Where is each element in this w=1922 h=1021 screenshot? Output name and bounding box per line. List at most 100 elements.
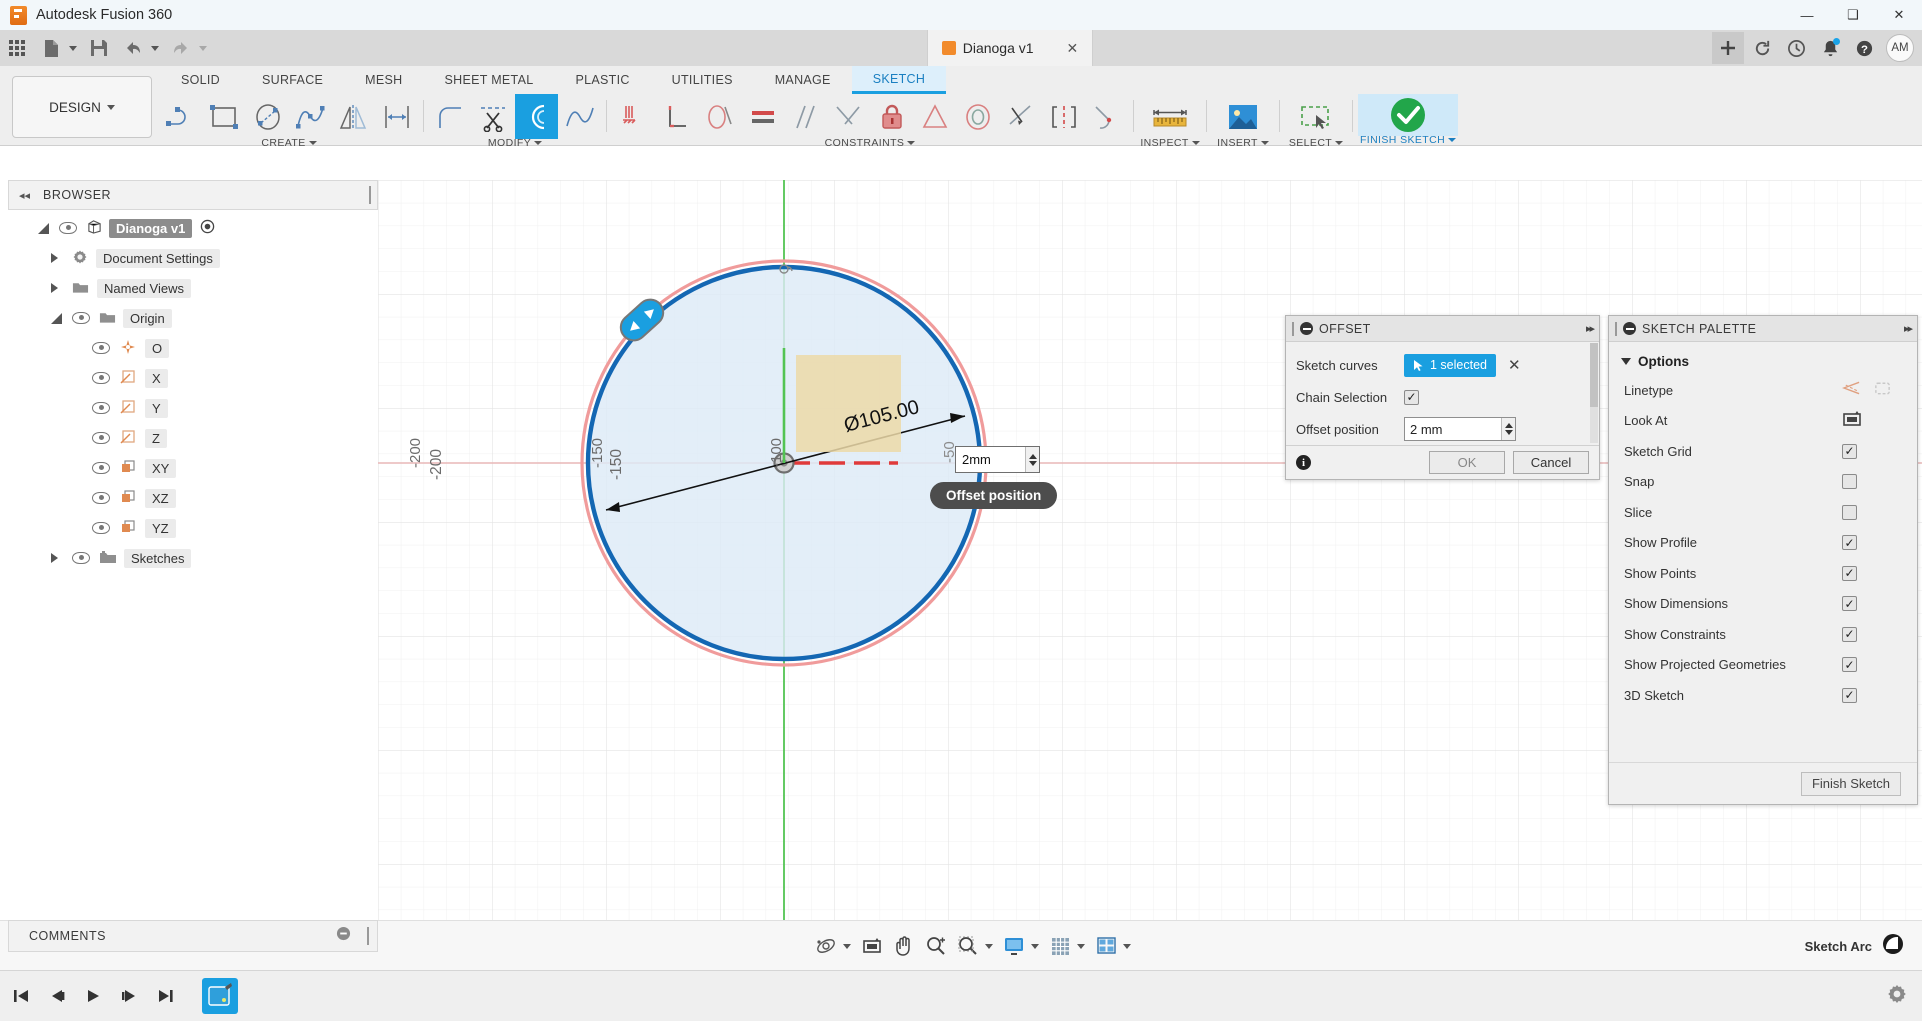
pan-hand-icon[interactable] [890, 931, 918, 961]
step-forward-button[interactable] [114, 978, 144, 1014]
tree-item-sketches[interactable]: Sketches [8, 543, 378, 573]
tab-plastic[interactable]: PLASTIC [554, 66, 650, 94]
options-section-header[interactable]: Options [1609, 348, 1917, 375]
mirror-tool-icon[interactable] [332, 94, 375, 139]
ok-button[interactable]: OK [1429, 451, 1505, 474]
snap-checkbox[interactable] [1842, 474, 1857, 490]
finish-sketch-button[interactable]: Finish Sketch [1800, 771, 1901, 796]
tab-solid[interactable]: SOLID [160, 66, 241, 94]
rectangle-tool-icon[interactable] [203, 94, 246, 139]
display-settings-icon[interactable] [1000, 931, 1028, 961]
close-button[interactable]: ✕ [1876, 0, 1922, 30]
comments-resize-grip[interactable] [367, 927, 369, 945]
measure-icon[interactable] [1139, 94, 1201, 139]
dialog-grip-icon[interactable] [1292, 321, 1294, 336]
constraint-midpoint-icon[interactable] [1042, 94, 1085, 139]
browser-resize-grip[interactable] [369, 186, 371, 204]
tab-utilities[interactable]: UTILITIES [651, 66, 754, 94]
visibility-eye-icon[interactable] [92, 402, 110, 414]
linetype-construction-icon[interactable] [1841, 380, 1861, 401]
offset-dialog[interactable]: OFFSET ▸▸ Sketch curves 1 selected ✕ Cha… [1285, 315, 1600, 480]
undo-icon[interactable] [118, 33, 148, 63]
zoom-window-icon[interactable] [954, 931, 982, 961]
visibility-eye-icon[interactable] [92, 342, 110, 354]
redo-dropdown-icon[interactable] [199, 45, 207, 51]
expand-right-icon[interactable]: ▸▸ [1586, 322, 1595, 335]
constraint-lock-icon[interactable] [870, 94, 913, 139]
tree-item-named-views[interactable]: Named Views [8, 273, 378, 303]
sketch-grid-checkbox[interactable]: ✓ [1842, 443, 1857, 459]
redo-icon[interactable] [166, 33, 196, 63]
collapse-left-icon[interactable]: ◂◂ [19, 189, 30, 202]
sketch-dimension-icon[interactable] [375, 94, 418, 139]
orbit-dropdown-icon[interactable] [843, 943, 851, 949]
circle-tool-icon[interactable] [246, 94, 289, 139]
dialog-grip-icon[interactable] [1615, 321, 1617, 336]
help-icon[interactable]: ? [1848, 32, 1880, 64]
go-to-beginning-button[interactable] [6, 978, 36, 1014]
spinner-down-icon[interactable] [1028, 460, 1037, 466]
tree-item-plane-xy[interactable]: XY [8, 453, 378, 483]
visibility-eye-icon[interactable] [92, 462, 110, 474]
tab-surface[interactable]: SURFACE [241, 66, 344, 94]
spline-tool-icon[interactable] [289, 94, 332, 139]
expander-closed-icon[interactable] [51, 283, 58, 293]
tab-sheet-metal[interactable]: SHEET METAL [423, 66, 554, 94]
offset-tool-icon[interactable] [515, 94, 558, 139]
dialog-scrollbar[interactable] [1590, 343, 1598, 443]
panel-inspect-label[interactable]: INSPECT [1140, 137, 1200, 149]
line-tool-icon[interactable] [160, 94, 203, 139]
close-tab-icon[interactable]: ✕ [1067, 40, 1079, 57]
panel-insert-label[interactable]: INSERT [1217, 137, 1269, 149]
curvature-comb-icon[interactable] [558, 94, 601, 139]
play-button[interactable] [78, 978, 108, 1014]
insert-image-icon[interactable] [1212, 94, 1274, 139]
sync-icon[interactable] [1746, 32, 1778, 64]
tab-sketch[interactable]: SKETCH [851, 66, 947, 94]
look-at-icon[interactable] [858, 931, 886, 961]
visibility-eye-icon[interactable] [59, 222, 77, 234]
panel-select-label[interactable]: SELECT [1289, 137, 1344, 149]
zoom-window-dropdown-icon[interactable] [985, 943, 993, 949]
visibility-eye-icon[interactable] [72, 552, 90, 564]
active-component-radio-icon[interactable] [200, 219, 215, 237]
panel-finish-sketch-label[interactable]: FINISH SKETCH [1360, 134, 1457, 146]
tab-manage[interactable]: MANAGE [754, 66, 852, 94]
tree-item-axis-y[interactable]: Y [8, 393, 378, 423]
show-points-checkbox[interactable]: ✓ [1842, 565, 1857, 581]
zoom-icon[interactable] [922, 931, 950, 961]
constraint-coincident-icon[interactable] [999, 94, 1042, 139]
constraint-concentric-icon[interactable] [956, 94, 999, 139]
history-clock-icon[interactable] [1780, 32, 1812, 64]
tree-item-plane-xz[interactable]: XZ [8, 483, 378, 513]
spinner-down-icon[interactable] [1504, 430, 1513, 435]
show-projected-geometries-checkbox[interactable]: ✓ [1842, 657, 1857, 673]
visibility-eye-icon[interactable] [92, 432, 110, 444]
app-grid-icon[interactable] [2, 33, 32, 63]
show-dimensions-checkbox[interactable]: ✓ [1842, 596, 1857, 612]
offset-position-spinner[interactable] [1501, 418, 1515, 440]
constraint-fix-icon[interactable] [612, 94, 655, 139]
tree-item-plane-yz[interactable]: YZ [8, 513, 378, 543]
settings-gear-icon[interactable] [1886, 983, 1908, 1010]
minimize-button[interactable]: — [1784, 0, 1830, 30]
visibility-eye-icon[interactable] [92, 522, 110, 534]
cancel-button[interactable]: Cancel [1513, 451, 1589, 474]
offset-position-input[interactable]: 2 mm [1404, 417, 1516, 441]
show-profile-checkbox[interactable]: ✓ [1842, 535, 1857, 551]
expander-open-icon[interactable] [38, 222, 49, 234]
new-document-dropdown-icon[interactable] [69, 45, 77, 51]
show-constraints-checkbox[interactable]: ✓ [1842, 626, 1857, 642]
info-icon[interactable]: i [1296, 455, 1311, 470]
constraint-equal-icon[interactable] [741, 94, 784, 139]
tree-item-axis-z[interactable]: Z [8, 423, 378, 453]
tree-item-document-settings[interactable]: Document Settings [8, 243, 378, 273]
panel-modify-label[interactable]: MODIFY [488, 137, 543, 149]
visibility-eye-icon[interactable] [92, 492, 110, 504]
add-comment-icon[interactable] [336, 926, 351, 946]
sketch-feature-icon[interactable] [202, 978, 238, 1014]
sketch-palette-header[interactable]: SKETCH PALETTE ▸▸ [1609, 316, 1917, 342]
3d-sketch-checkbox[interactable]: ✓ [1842, 687, 1857, 703]
slice-checkbox[interactable] [1842, 504, 1857, 520]
avatar[interactable]: AM [1886, 34, 1914, 62]
